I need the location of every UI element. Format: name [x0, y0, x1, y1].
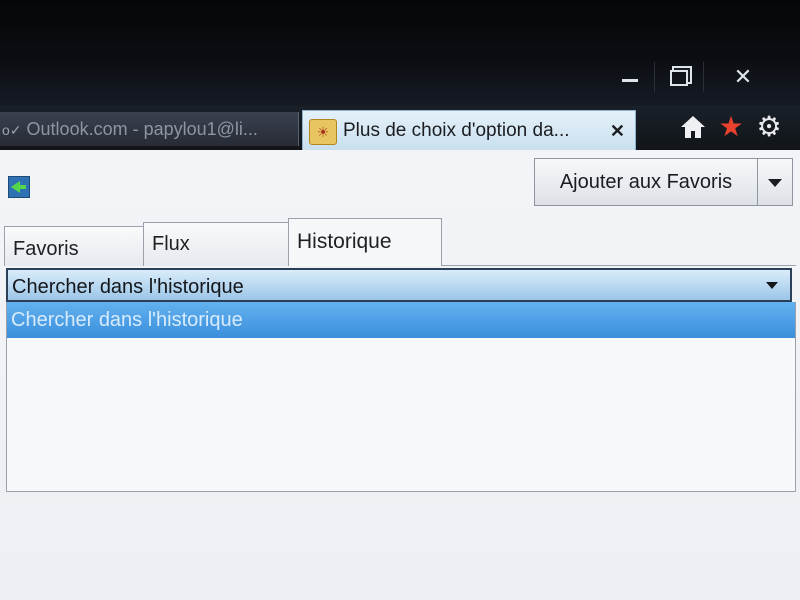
- tools-gear-icon[interactable]: ⚙: [752, 112, 786, 142]
- chevron-down-icon: [766, 282, 778, 289]
- add-to-favorites-button[interactable]: Ajouter aux Favoris: [534, 158, 758, 206]
- minimize-icon: [622, 79, 638, 83]
- favorites-star-icon[interactable]: ★: [716, 112, 746, 142]
- favorites-center-panel: Ajouter aux Favoris Favoris Flux Histori…: [0, 150, 800, 600]
- outlook-favicon-icon: o✓: [2, 122, 22, 138]
- tab-outlook[interactable]: o✓ Outlook.com - papylou1@li...: [0, 112, 299, 146]
- tab-current-title: Plus de choix d'option da...: [343, 120, 570, 141]
- tab-close-icon[interactable]: ✕: [610, 111, 625, 151]
- tab-favoris[interactable]: Favoris: [4, 226, 144, 266]
- sun-favicon-icon: ☀: [309, 119, 337, 145]
- window-title-bar: ✕: [0, 0, 800, 106]
- history-filter-value: Chercher dans l'historique: [12, 276, 244, 298]
- close-icon: ✕: [733, 64, 753, 89]
- history-filter-select[interactable]: Chercher dans l'historique: [6, 268, 792, 302]
- restore-button[interactable]: [655, 62, 704, 92]
- tab-outlook-title: Outlook.com - papylou1@li...: [26, 119, 258, 139]
- restore-icon: [670, 69, 688, 86]
- tab-divider: [441, 265, 796, 266]
- tab-flux[interactable]: Flux: [143, 222, 289, 266]
- tab-current[interactable]: ☀ Plus de choix d'option da... ✕: [302, 110, 636, 151]
- pin-arrow-tail: [19, 185, 26, 189]
- home-icon[interactable]: [678, 112, 708, 142]
- pin-center-icon[interactable]: [8, 176, 30, 198]
- chevron-down-icon: [768, 179, 782, 187]
- minimize-button[interactable]: [606, 62, 655, 92]
- history-filter-option[interactable]: Chercher dans l'historique: [7, 302, 795, 338]
- close-window-button[interactable]: ✕: [704, 62, 782, 92]
- tab-historique[interactable]: Historique: [288, 218, 442, 266]
- history-filter-options: Chercher dans l'historique: [6, 302, 796, 492]
- add-to-favorites-dropdown[interactable]: [757, 158, 793, 206]
